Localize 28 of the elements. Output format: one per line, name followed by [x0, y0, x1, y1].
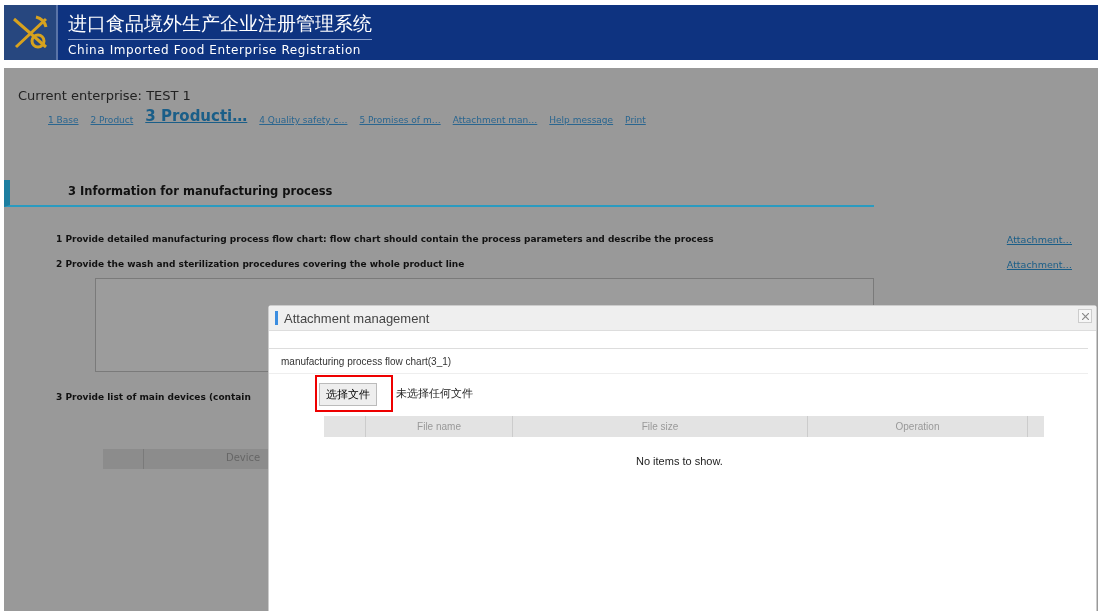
step-tab[interactable]: 1 Base — [48, 115, 79, 125]
column-header: File size — [513, 416, 808, 437]
dialog-subtitle: manufacturing process flow chart(3_1) — [269, 349, 1088, 374]
step-tab[interactable]: Print — [625, 115, 646, 125]
column-header: File name — [366, 416, 513, 437]
system-title: 进口食品境外生产企业注册管理系统 — [68, 11, 372, 40]
attachment-link[interactable]: Attachment… — [1006, 234, 1072, 245]
column-header: Operation — [808, 416, 1028, 437]
step-tab[interactable]: 5 Promises of m… — [359, 115, 441, 125]
close-button[interactable] — [1078, 309, 1092, 323]
dialog-title: Attachment management — [284, 310, 430, 326]
step-tab[interactable]: Attachment man… — [452, 115, 538, 125]
system-subtitle: China Imported Food Enterprise Registration — [68, 43, 363, 57]
requirement-text: 3 Provide list of main devices (contain — [56, 392, 251, 402]
step-tab[interactable]: 2 Product — [90, 115, 134, 125]
close-icon — [1081, 312, 1089, 320]
section-title: 3 Information for manufacturing process — [68, 184, 333, 198]
current-enterprise-label: Current enterprise: TEST 1 — [18, 88, 192, 103]
step-tab[interactable]: 3 Producti… — [145, 107, 248, 125]
empty-message: No items to show. — [636, 455, 724, 467]
no-file-label: 未选择任何文件 — [396, 385, 473, 401]
attachment-link[interactable]: Attachment… — [1006, 259, 1072, 270]
emblem-icon — [4, 5, 58, 60]
step-tab[interactable]: 4 Quality safety c… — [259, 115, 348, 125]
requirement-text: 2 Provide the wash and sterilization procedures covering the whole product line — [56, 259, 465, 270]
choose-file-button[interactable]: 选择文件 — [319, 382, 377, 406]
requirement-text: 1 Provide detailed manufacturing process flow chart: flow chart should contain the process parameters and describe the process — [56, 234, 714, 245]
step-tab[interactable]: Help message — [549, 115, 614, 125]
